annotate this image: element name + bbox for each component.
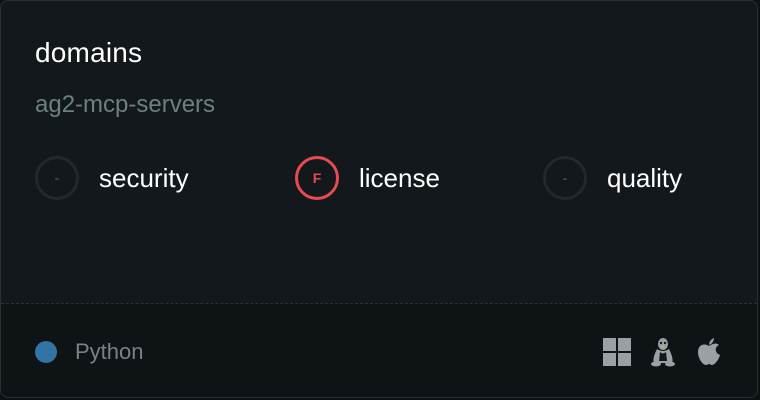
security-grade-badge: -	[35, 156, 79, 200]
windows-icon	[603, 338, 631, 366]
quality-grade-badge: -	[543, 156, 587, 200]
platform-icons	[603, 336, 723, 368]
repo-card[interactable]: domains ag2-mcp-servers - security F lic…	[0, 0, 758, 398]
metric-quality: - quality	[543, 153, 682, 203]
metrics-row: - security F license - quality	[35, 153, 735, 203]
security-label: security	[99, 163, 189, 193]
language-color-dot	[35, 341, 57, 363]
linux-icon	[651, 338, 675, 367]
language-label: Python	[75, 339, 144, 364]
card-subtitle: ag2-mcp-servers	[35, 91, 216, 118]
apple-icon	[698, 338, 720, 365]
metric-license: F license	[295, 153, 440, 203]
license-grade-badge: F	[295, 156, 339, 200]
license-label: license	[359, 163, 440, 193]
card-footer: Python	[1, 303, 757, 397]
quality-label: quality	[607, 163, 683, 193]
metric-security: - security	[35, 153, 189, 203]
card-title: domains	[35, 37, 143, 68]
